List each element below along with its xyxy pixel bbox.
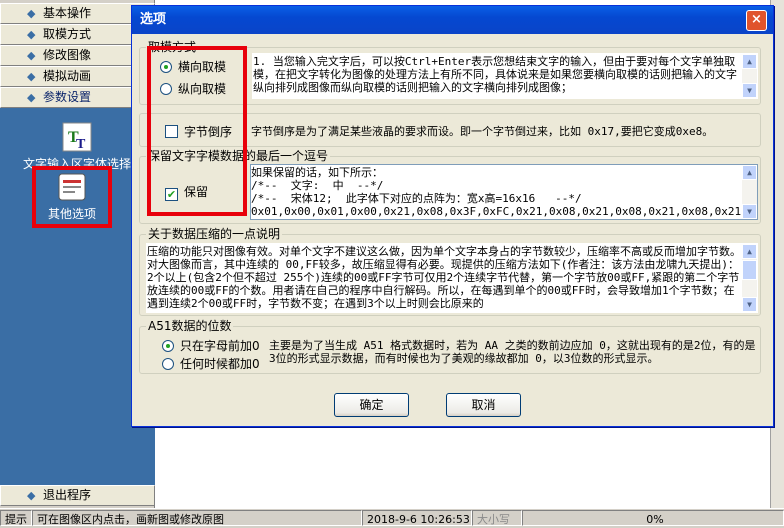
a51-description-text: 主要是为了当生成 A51 格式数据时，若为 AA 之类的数前边应加 0，这就出现… — [269, 339, 756, 365]
other-options-label: 其他选项 — [47, 207, 96, 221]
mode-description: 1. 当您输入完文字后，可以按Ctrl+Enter表示您想结束文字的输入，但由于… — [252, 53, 758, 99]
byte-reverse-label: 字节倒序 — [184, 125, 233, 139]
font-icon: T T — [62, 122, 92, 152]
status-bar: 提示 可在图像区内点击，画新图或修改原图 2018-9-6 10:26:53 大… — [0, 508, 784, 526]
diamond-icon: ◆ — [27, 7, 36, 20]
cancel-button[interactable]: 取消 — [446, 393, 521, 417]
nav-item-label: 基本操作 — [43, 6, 92, 20]
nav-item-label: 参数设置 — [43, 90, 92, 104]
compression-group: 关于数据压缩的一点说明 压缩的功能只对图像有效。对单个文字不建议这么做，因为单个… — [139, 227, 761, 316]
radio-vertical-label: 纵向取模 — [178, 82, 227, 96]
radio-always-prefix[interactable]: 任何时候都加0 — [162, 357, 260, 371]
scroll-up-icon[interactable]: ▲ — [742, 165, 757, 180]
nav-item-label: 修改图像 — [43, 48, 92, 62]
radio-horizontal-label: 横向取模 — [178, 60, 227, 74]
byte-order-description-text: 字节倒序是为了满足某些液晶的要求而设。即一个字节倒过来，比如 0x17,要把它变… — [251, 125, 714, 138]
radio-letter-prefix-label: 只在字母前加0 — [180, 339, 260, 353]
compression-scrollbar[interactable]: ▲ ▼ — [742, 244, 757, 312]
mode-description-scrollbar[interactable]: ▲ ▼ — [742, 54, 757, 98]
checkbox-checked-icon: ✔ — [165, 188, 178, 201]
checkbox-icon — [165, 125, 178, 138]
nav-item-label: 退出程序 — [43, 488, 92, 502]
radio-always-prefix-label: 任何时候都加0 — [180, 357, 260, 371]
scroll-thumb[interactable] — [742, 260, 757, 280]
radio-vertical[interactable]: 纵向取模 — [160, 82, 226, 96]
compression-description-text: 压缩的功能只对图像有效。对单个文字不建议这么做，因为单个文字本身占的字节数较少，… — [147, 245, 741, 310]
keep-comma-description: 如果保留的话，如下所示： /*-- 文字: 中 --*/ /*-- 宋体12; … — [250, 164, 758, 220]
radio-selected-icon — [160, 61, 172, 73]
keep-comma-checkbox[interactable]: ✔ 保留 — [165, 185, 208, 201]
keep-comma-description-text: 如果保留的话，如下所示： /*-- 文字: 中 --*/ /*-- 宋体12; … — [251, 166, 741, 218]
a51-legend: A51数据的位数 — [146, 319, 234, 333]
dialog-titlebar[interactable]: 选项 — [132, 6, 773, 34]
diamond-icon: ◆ — [27, 70, 36, 83]
radio-selected-icon — [162, 340, 174, 352]
scroll-up-icon[interactable]: ▲ — [742, 244, 757, 259]
nav-item-label: 取模方式 — [43, 27, 92, 41]
keep-comma-label: 保留 — [184, 185, 209, 199]
font-select-tool[interactable]: T T 文字输入区字体选择 — [2, 122, 152, 172]
diamond-icon: ◆ — [27, 489, 36, 502]
a51-description: 主要是为了当生成 A51 格式数据时，若为 AA 之类的数前边应加 0，这就出现… — [268, 337, 758, 371]
byte-order-group: 字节倒序 字节倒序是为了满足某些液晶的要求而设。即一个字节倒过来，比如 0x17… — [139, 113, 761, 147]
mode-group-legend: 取模方式 — [146, 40, 199, 54]
scroll-down-icon[interactable]: ▼ — [742, 83, 757, 98]
radio-icon — [160, 83, 172, 95]
keep-comma-scrollbar[interactable]: ▲ ▼ — [742, 165, 757, 219]
keep-comma-legend: 保留文字字模数据的最后一个逗号 — [146, 149, 331, 163]
nav-item-label: 模拟动画 — [43, 69, 92, 83]
radio-icon — [162, 358, 174, 370]
scroll-up-icon[interactable]: ▲ — [742, 54, 757, 69]
diamond-icon: ◆ — [27, 28, 36, 41]
byte-reverse-checkbox[interactable]: 字节倒序 — [165, 125, 232, 139]
ok-button[interactable]: 确定 — [334, 393, 409, 417]
compression-legend: 关于数据压缩的一点说明 — [146, 227, 283, 241]
mode-description-text: 1. 当您输入完文字后，可以按Ctrl+Enter表示您想结束文字的输入，但由于… — [253, 55, 737, 94]
radio-horizontal[interactable]: 横向取模 — [160, 60, 226, 74]
nav-item-exit[interactable]: ◆ 退出程序 — [0, 485, 155, 506]
diamond-icon: ◆ — [27, 49, 36, 62]
status-percent: 0% — [522, 510, 784, 526]
byte-order-description: 字节倒序是为了满足某些液晶的要求而设。即一个字节倒过来，比如 0x17,要把它变… — [250, 123, 758, 141]
compression-description: 压缩的功能只对图像有效。对单个文字不建议这么做，因为单个文字本身占的字节数较少，… — [146, 243, 758, 313]
options-icon — [58, 173, 86, 201]
scroll-down-icon[interactable]: ▼ — [742, 204, 757, 219]
status-caps: 大小写 — [472, 510, 522, 526]
a51-group: A51数据的位数 只在字母前加0 任何时候都加0 主要是为了当生成 A51 格式… — [139, 319, 761, 374]
keep-comma-group: 保留文字字模数据的最后一个逗号 ✔ 保留 如果保留的话，如下所示： /*-- 文字… — [139, 149, 761, 224]
status-label: 提示 — [0, 510, 32, 526]
scroll-down-icon[interactable]: ▼ — [742, 297, 757, 312]
dialog-title: 选项 — [140, 12, 167, 27]
close-button[interactable]: × — [746, 10, 767, 31]
options-dialog: 选项 × 取模方式 横向取模 纵向取模 1. 当您输入完文字后，可以按Ctrl+… — [131, 5, 774, 427]
other-options-tool[interactable]: 其他选项 — [32, 166, 112, 228]
mode-group: 取模方式 横向取模 纵向取模 1. 当您输入完文字后，可以按Ctrl+Enter… — [139, 40, 761, 105]
status-datetime: 2018-9-6 10:26:53 — [362, 510, 472, 526]
radio-letter-prefix[interactable]: 只在字母前加0 — [162, 339, 260, 353]
svg-text:T: T — [76, 137, 86, 152]
status-hint: 可在图像区内点击，画新图或修改原图 — [32, 510, 362, 526]
diamond-icon: ◆ — [27, 91, 36, 104]
